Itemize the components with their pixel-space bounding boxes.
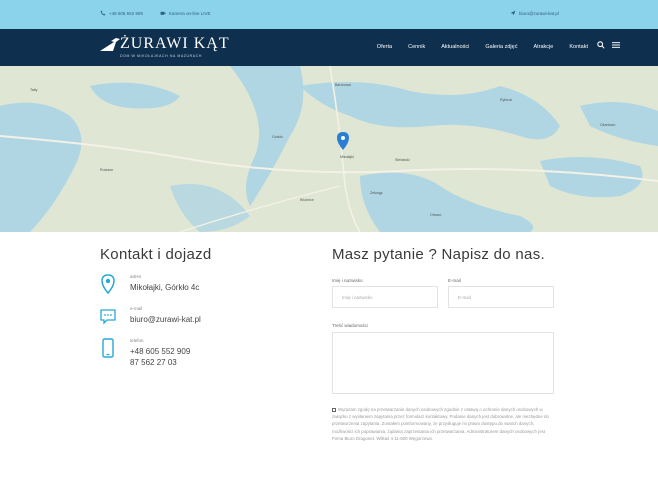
map-label: Sterławki — [395, 158, 410, 162]
location-pin-icon — [101, 274, 115, 294]
phone-label: telefon — [130, 338, 144, 343]
nav-cennik[interactable]: Cennik — [408, 44, 425, 50]
nav-icons — [597, 41, 620, 49]
name-label: Imię i nazwisko — [332, 278, 363, 283]
form-title: Masz pytanie ? Napisz do nas. — [332, 246, 545, 263]
phone-value-2[interactable]: 87 562 27 03 — [130, 357, 190, 368]
camera-icon — [160, 11, 166, 15]
logo-title: ŻURAWI KĄT — [120, 35, 230, 52]
map-label: Orłowo — [430, 213, 441, 217]
contact-section: Kontakt i dojazd adres Mikołajki, Górkło… — [100, 246, 300, 367]
crane-logo-icon — [100, 38, 120, 51]
contact-email: e-mail biuro@zurawi-kat.pl — [100, 306, 201, 326]
contact-address: adres Mikołajki, Górkło 4c — [100, 274, 199, 294]
contact-form: Masz pytanie ? Napisz do nas. Imię i naz… — [332, 246, 554, 441]
nav-galeria[interactable]: Galeria zdjęć — [485, 44, 517, 50]
topbar-phone[interactable]: +48 605 552 909 — [100, 10, 143, 16]
address-value: Mikołajki, Górkło 4c — [130, 283, 200, 292]
topbar-email[interactable]: biuro@zurawi-kat.pl — [510, 10, 559, 16]
map-label: Woźnice — [300, 198, 314, 202]
message-label: Treść wiadomości — [332, 323, 368, 328]
message-textarea[interactable] — [332, 332, 554, 394]
email-input[interactable]: E-mail — [448, 286, 554, 308]
consent-row: Wyrażam zgodę na przetwarzanie danych os… — [332, 406, 554, 442]
email-value[interactable]: biuro@zurawi-kat.pl — [130, 314, 201, 325]
logo[interactable]: ŻURAWI KĄT DOM W MIKOŁAJKACH NA MAZURACH — [100, 35, 230, 58]
send-icon — [510, 10, 516, 16]
map-label: Tałty — [30, 88, 38, 92]
map-label: Okartowo — [600, 123, 615, 127]
email-label: e-mail — [130, 306, 143, 311]
search-icon[interactable] — [597, 41, 605, 49]
map-label: Mikołajki — [340, 155, 354, 159]
location-map[interactable]: Baranowo Mikołajki Górkło Woźnice Sterła… — [0, 66, 658, 232]
topbar-phone-text: +48 605 552 909 — [109, 10, 143, 16]
logo-subtitle: DOM W MIKOŁAJKACH NA MAZURACH — [120, 54, 202, 58]
map-label: Zełwągi — [370, 191, 383, 195]
address-label: adres — [130, 274, 142, 279]
main-nav: Oferta Cennik Aktualności Galeria zdjęć … — [377, 44, 588, 50]
email-field-label: E-mail — [448, 278, 461, 283]
main-navbar: ŻURAWI KĄT DOM W MIKOŁAJKACH NA MAZURACH… — [0, 29, 658, 66]
nav-oferta[interactable]: Oferta — [377, 44, 392, 50]
map-label: Górkło — [272, 135, 283, 139]
phone-value-1[interactable]: +48 605 552 909 — [130, 346, 190, 357]
map-canvas: Baranowo Mikołajki Górkło Woźnice Sterła… — [0, 66, 658, 232]
phone-icon — [100, 10, 106, 16]
contact-title: Kontakt i dojazd — [100, 246, 212, 263]
topbar-camera-text: Kamera on-line LIVE — [169, 10, 211, 16]
map-label: Baranowo — [335, 83, 351, 87]
map-label: Ruciane — [100, 168, 113, 172]
consent-text: Wyrażam zgodę na przetwarzanie danych os… — [332, 407, 549, 441]
nav-atrakcje[interactable]: Atrakcje — [533, 44, 553, 50]
contact-phone: telefon +48 605 552 909 87 562 27 03 — [100, 338, 190, 368]
nav-kontakt[interactable]: Kontakt — [569, 44, 588, 50]
top-bar: +48 605 552 909 Kamera on-line LIVE biur… — [0, 0, 658, 29]
menu-icon[interactable] — [612, 41, 620, 49]
name-input[interactable]: Imię i nazwisko — [332, 286, 438, 308]
topbar-email-text: biuro@zurawi-kat.pl — [519, 10, 559, 16]
nav-aktualnosci[interactable]: Aktualności — [441, 44, 469, 50]
chat-icon — [100, 309, 116, 325]
map-label: Rybical — [500, 98, 512, 102]
consent-checkbox[interactable] — [332, 407, 336, 412]
topbar-camera[interactable]: Kamera on-line LIVE — [160, 10, 211, 16]
smartphone-icon — [102, 338, 114, 358]
